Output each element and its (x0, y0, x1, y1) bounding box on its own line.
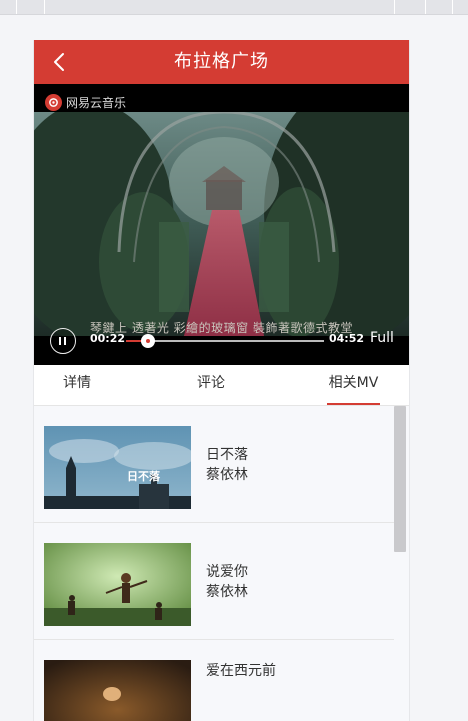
related-mv-list: 日不落 日不落 蔡依林 说爱你 蔡依林 爱在西元前 (34, 406, 409, 721)
player-controls: 00:22 04:52 Full (34, 328, 409, 364)
top-navbar: 布拉格广场 (34, 40, 409, 84)
mv-title: 日不落 (206, 447, 248, 463)
tab-details[interactable]: 详情 (52, 365, 102, 405)
browser-top-strip (0, 0, 468, 15)
pause-icon[interactable] (50, 328, 76, 354)
thumbnail-caption: 日不落 (127, 470, 160, 483)
current-time: 00:22 (90, 332, 126, 345)
tab-comments[interactable]: 评论 (186, 365, 236, 405)
total-time: 04:52 (329, 332, 365, 345)
video-player[interactable]: 网易云音乐 琴鍵上 透著光 彩繪的玻璃窗 裝飾著歌德式教堂 00:22 04:5… (34, 84, 409, 365)
tab-related-mv[interactable]: 相关MV (327, 365, 380, 405)
strip-divider (16, 0, 17, 14)
brand-logo: 网易云音乐 (45, 94, 126, 111)
mv-thumbnail (44, 543, 191, 626)
mv-artist: 蔡依林 (206, 467, 248, 483)
progress-track[interactable] (126, 334, 324, 348)
list-item[interactable]: 说爱你 蔡依林 (34, 523, 394, 640)
mv-detail-page: 布拉格广场 网易云音乐 琴鍵上 透著光 彩繪的玻璃窗 裝飾著歌德式教堂 00:2… (33, 40, 410, 721)
strip-divider (44, 0, 45, 14)
strip-divider (425, 0, 426, 14)
list-item[interactable]: 爱在西元前 (34, 640, 394, 721)
video-frame (34, 84, 409, 342)
mv-thumbnail: 日不落 (44, 426, 191, 509)
progress-thumb[interactable] (140, 334, 155, 348)
tab-bar: 详情 评论 相关MV (34, 365, 409, 406)
mv-thumbnail (44, 660, 191, 721)
list-item[interactable]: 日不落 日不落 蔡依林 (34, 406, 394, 523)
fullscreen-button[interactable]: Full (370, 330, 394, 346)
strip-divider (394, 0, 395, 14)
strip-divider (452, 0, 453, 14)
mv-artist: 蔡依林 (206, 584, 248, 600)
netease-music-icon (45, 94, 62, 111)
list-scrollbar[interactable] (394, 406, 406, 552)
mv-title: 说爱你 (206, 564, 248, 580)
page-title: 布拉格广场 (174, 51, 269, 72)
mv-title: 爱在西元前 (206, 663, 276, 679)
brand-label: 网易云音乐 (66, 96, 127, 110)
